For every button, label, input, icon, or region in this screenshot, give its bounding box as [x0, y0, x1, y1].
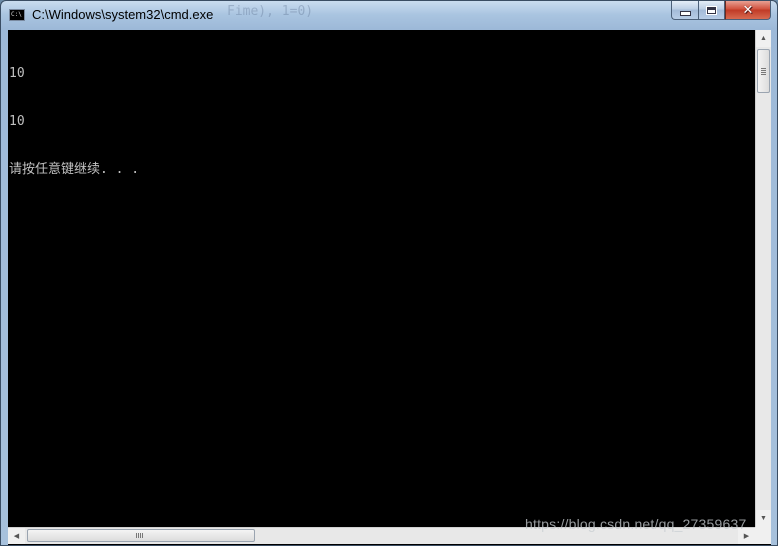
console-line: 请按任意键继续. . . [9, 162, 140, 177]
caption-buttons: ✕ [671, 1, 771, 20]
scroll-left-button[interactable]: ◀ [8, 528, 25, 544]
chevron-right-icon: ▶ [743, 533, 750, 540]
minimize-button[interactable] [671, 1, 698, 20]
close-button[interactable]: ✕ [725, 1, 771, 20]
scroll-up-button[interactable]: ▲ [756, 30, 771, 47]
console-line: 10 [9, 114, 25, 129]
chevron-left-icon: ◀ [13, 533, 20, 540]
minimize-icon [679, 11, 691, 16]
vertical-scrollbar[interactable]: ▲ ▼ [755, 30, 771, 527]
maximize-button[interactable] [698, 1, 725, 20]
cmd-app-icon[interactable]: C:\ [9, 9, 25, 21]
watermark-text: https://blog.csdn.net/qq_27359637 [525, 516, 747, 532]
chevron-up-icon: ▲ [760, 35, 767, 42]
chevron-down-icon: ▼ [760, 515, 767, 522]
title-bar[interactable]: C:\ C:\Windows\system32\cmd.exe Fime), 1… [1, 1, 777, 29]
window-title: C:\Windows\system32\cmd.exe [32, 7, 214, 22]
maximize-icon [706, 5, 717, 15]
console-line: 10 [9, 66, 25, 81]
console-frame: 10 10 请按任意键继续. . . ▲ ▼ ◀ ▶ [8, 30, 771, 545]
cmd-icon-label: C:\ [11, 11, 22, 18]
console-output[interactable]: 10 10 请按任意键继续. . . [8, 30, 755, 527]
resize-grip[interactable] [755, 527, 771, 544]
cmd-window: C:\ C:\Windows\system32\cmd.exe Fime), 1… [0, 0, 778, 546]
grip-icon [761, 68, 766, 75]
close-icon: ✕ [742, 2, 754, 18]
scroll-down-button[interactable]: ▼ [756, 510, 771, 527]
horizontal-scroll-thumb[interactable] [27, 529, 255, 542]
grip-icon [136, 533, 143, 538]
vertical-scroll-thumb[interactable] [757, 49, 770, 93]
background-ghost-text: Fime), 1=0) [227, 4, 314, 19]
